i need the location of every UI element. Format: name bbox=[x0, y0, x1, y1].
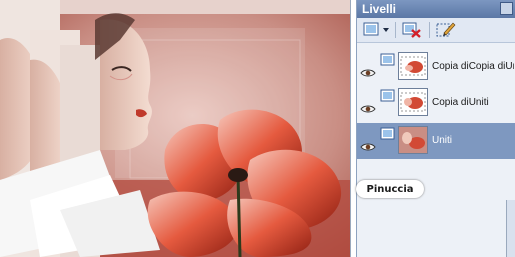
watermark-text: Pinuccia bbox=[366, 183, 414, 195]
layer-name: Copia diUniti bbox=[432, 97, 489, 108]
panel-header: Livelli bbox=[357, 0, 515, 18]
layer-row-uniti[interactable]: Uniti bbox=[357, 123, 515, 159]
layer-thumbnail bbox=[398, 88, 428, 116]
new-raster-layer-icon bbox=[363, 22, 389, 36]
panel-vertical-scrollbar[interactable] bbox=[506, 200, 515, 257]
new-layer-button[interactable] bbox=[363, 21, 391, 39]
watermark-badge: Pinuccia bbox=[356, 180, 424, 198]
layers-panel: Livelli Copia diCopia diU Copia diUniti … bbox=[356, 0, 515, 257]
edit-selection-icon bbox=[436, 22, 456, 37]
visibility-eye-icon[interactable] bbox=[360, 104, 376, 114]
layer-row-copia-di-copia-di-uniti[interactable]: Copia diCopia diUniti bbox=[357, 49, 515, 85]
layer-name: Copia diCopia diUniti bbox=[432, 61, 514, 72]
artwork bbox=[0, 0, 350, 257]
layer-type-icon bbox=[380, 89, 395, 102]
layer-thumbnail bbox=[398, 126, 428, 154]
layer-thumbnail bbox=[398, 52, 428, 80]
panel-close-button[interactable] bbox=[500, 2, 513, 15]
panel-title: Livelli bbox=[362, 2, 397, 16]
layer-type-icon bbox=[380, 53, 395, 66]
layer-name: Uniti bbox=[432, 135, 453, 146]
image-canvas[interactable] bbox=[0, 0, 350, 257]
visibility-eye-icon[interactable] bbox=[360, 142, 376, 152]
edit-button[interactable] bbox=[435, 21, 457, 39]
layers-toolbar bbox=[357, 18, 515, 43]
layers-list: Copia diCopia diUniti Copia diUniti bbox=[357, 43, 515, 257]
visibility-eye-icon[interactable] bbox=[360, 68, 376, 78]
layer-row-copia-di-uniti[interactable]: Copia diUniti bbox=[357, 85, 515, 121]
layer-type-icon bbox=[380, 127, 395, 140]
delete-layer-icon bbox=[402, 22, 421, 38]
delete-layer-button[interactable] bbox=[401, 21, 423, 39]
